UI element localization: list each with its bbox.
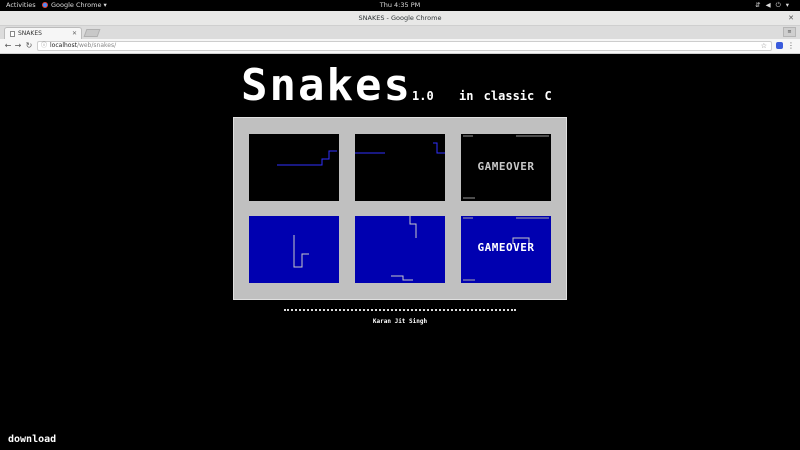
chevron-down-icon: ▾ <box>785 1 794 9</box>
clock[interactable]: Thu 4:35 PM <box>0 0 800 11</box>
snake-path <box>391 216 417 281</box>
snake-path <box>277 150 337 166</box>
snakes-logo: Snakes <box>241 60 412 111</box>
bookmark-star-icon[interactable]: ☆ <box>761 42 767 50</box>
window-title: SNAKES - Google Chrome <box>358 14 442 22</box>
network-icon: ⇵ <box>755 1 766 9</box>
screenshot-4 <box>249 216 339 283</box>
version-label: 1.0 <box>412 89 434 103</box>
screenshot-5 <box>355 216 445 283</box>
game-over-text: GAMEOVER <box>477 241 535 254</box>
browser-toolbar: ← → ↻ ⓘ localhost/web/snakes/ ☆ ⋮ <box>0 39 800 54</box>
screenshot-6: GAMEOVER <box>461 216 551 283</box>
dotted-divider <box>284 309 516 311</box>
pocket-extension-icon[interactable] <box>776 42 783 49</box>
url-text: localhost/web/snakes/ <box>50 42 116 50</box>
info-icon[interactable]: ⓘ <box>41 42 47 50</box>
close-tab-icon[interactable]: ✕ <box>72 28 77 39</box>
author-name: Karan Jit Singh <box>372 318 428 325</box>
snake-path <box>355 142 445 154</box>
close-window-button[interactable]: ✕ <box>788 11 794 26</box>
window-titlebar: SNAKES - Google Chrome ✕ <box>0 11 800 26</box>
volume-icon: ◀ <box>765 1 776 9</box>
tab-title: SNAKES <box>18 30 42 37</box>
screenshot-2 <box>355 134 445 201</box>
forward-button[interactable]: → <box>13 41 23 51</box>
system-tray[interactable]: ⇵◀⏻▾ <box>755 0 794 11</box>
page-icon <box>10 31 15 37</box>
screenshot-gallery: GAMEOVER GAMEOVER <box>233 117 567 300</box>
back-button[interactable]: ← <box>3 41 13 51</box>
page-content: Snakes 1.0 in classic C GAMEOVER GAMEOVE… <box>0 54 800 450</box>
system-top-bar: Activities Google Chrome ▾ Thu 4:35 PM ⇵… <box>0 0 800 11</box>
power-icon: ⏻ <box>775 1 786 9</box>
tab-strip: SNAKES ✕ ≡ <box>0 26 800 39</box>
chrome-menu-icon[interactable]: ⋮ <box>787 41 795 51</box>
tagline: in classic C <box>459 89 552 103</box>
snake-path <box>293 235 309 268</box>
tab-snakes[interactable]: SNAKES ✕ <box>4 27 82 39</box>
screenshot-1 <box>249 134 339 201</box>
reload-button[interactable]: ↻ <box>24 41 34 51</box>
app-menu-label: Google Chrome <box>51 1 102 9</box>
chrome-icon <box>42 2 48 8</box>
app-menu[interactable]: Google Chrome ▾ <box>42 0 107 11</box>
url-host: localhost <box>50 42 77 49</box>
url-path: /web/snakes/ <box>76 42 117 49</box>
new-tab-button[interactable] <box>83 29 101 37</box>
address-bar[interactable]: ⓘ localhost/web/snakes/ ☆ <box>37 41 772 51</box>
game-over-text: GAMEOVER <box>477 160 535 173</box>
screenshot-3: GAMEOVER <box>461 134 551 201</box>
profile-button[interactable]: ≡ <box>783 27 796 37</box>
download-link[interactable]: download <box>8 434 56 445</box>
activities-button[interactable]: Activities <box>6 0 36 11</box>
